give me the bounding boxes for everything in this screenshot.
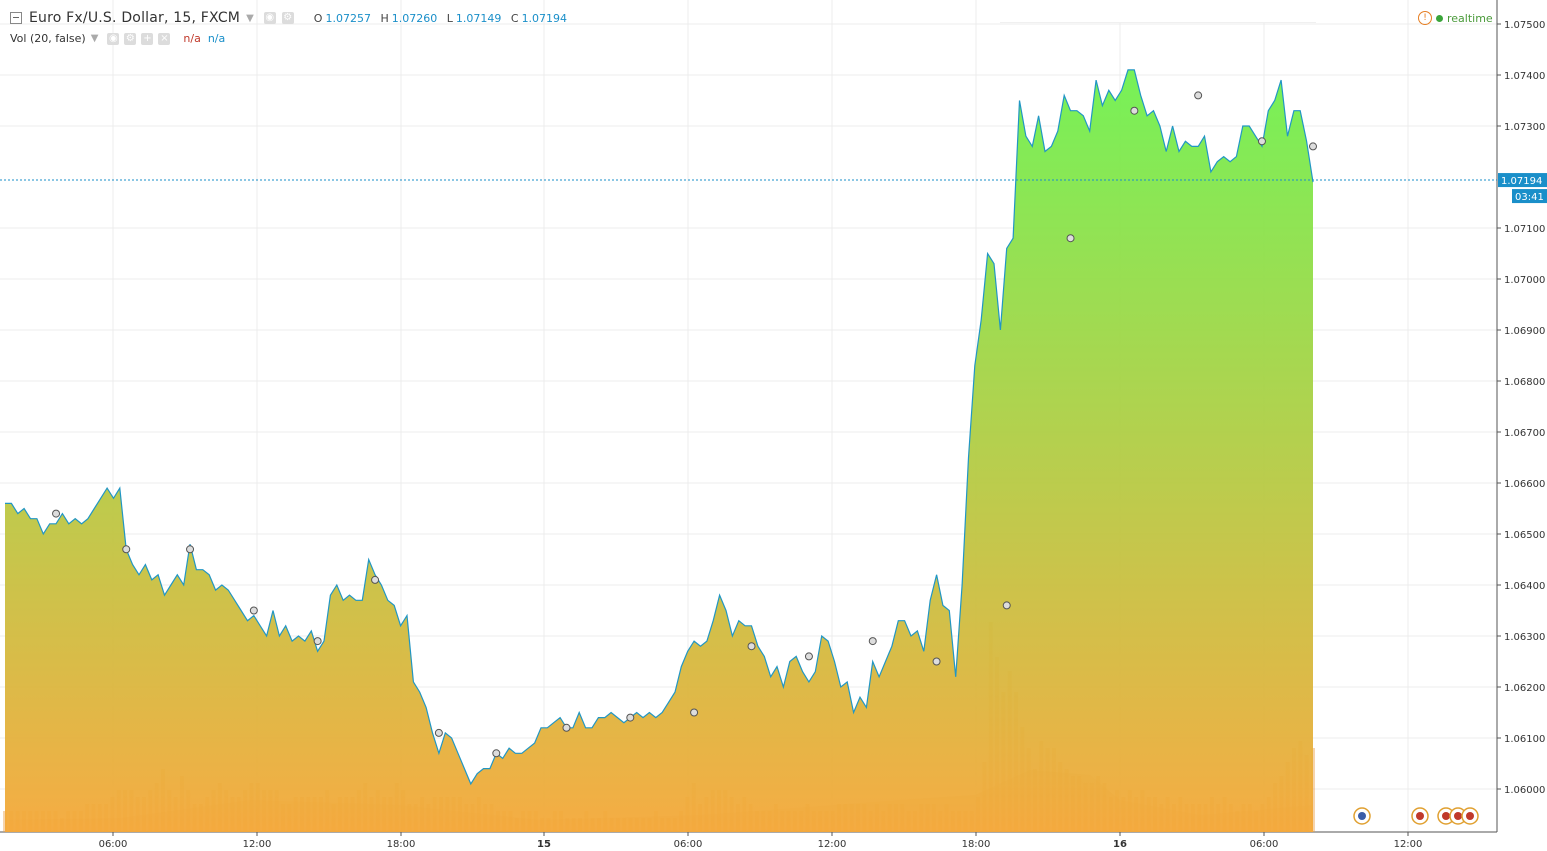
y-tick-label: 1.06700: [1504, 428, 1545, 439]
time-axis[interactable]: 06:00 12:00 18:00 15 06:00 12:00 18:00 16 06:00 1…: [99, 832, 1423, 850]
event-marker: [932, 657, 941, 666]
x-tick-label: 12:00: [243, 839, 272, 850]
event-marker: [1309, 142, 1317, 151]
event-marker: [122, 545, 131, 554]
event-marker: [1194, 91, 1203, 100]
collapse-icon[interactable]: [10, 12, 22, 24]
y-tick-label: 1.06800: [1504, 377, 1545, 388]
event-marker: [52, 509, 61, 518]
flag-icon: [1358, 812, 1366, 820]
y-tick-label: 1.07000: [1504, 275, 1545, 286]
event-icons[interactable]: [1353, 807, 1479, 825]
event-marker: [249, 606, 258, 615]
event-marker: [626, 713, 635, 722]
last-price-label: 1.07194 03:41: [1498, 173, 1547, 204]
ohlc-high-label: H: [380, 11, 389, 25]
y-tick-label: 1.06100: [1504, 734, 1545, 745]
event-marker: [1002, 601, 1011, 610]
ohlc-high-value: 1.07260: [391, 11, 438, 25]
y-tick-label: 1.07500: [1504, 20, 1545, 31]
gear-icon[interactable]: ⚙: [281, 12, 294, 24]
price-area: [5, 69, 1313, 832]
y-tick-label: 1.06600: [1504, 479, 1545, 490]
ohlc-close-value: 1.07194: [521, 11, 568, 25]
x-tick-label: 18:00: [962, 839, 991, 850]
chevron-down-icon[interactable]: ▼: [91, 33, 99, 44]
x-tick-label: 18:00: [387, 839, 416, 850]
event-marker: [1130, 106, 1139, 115]
event-marker: [186, 545, 195, 554]
countdown-text: 03:41: [1515, 192, 1544, 203]
event-marker: [747, 642, 756, 651]
event-marker: [434, 728, 443, 737]
top-overlay: [1000, 0, 1316, 23]
ohlc-low-label: L: [446, 11, 453, 25]
flag-icon: [1466, 812, 1474, 820]
chevron-down-icon[interactable]: ▼: [246, 13, 254, 24]
realtime-label: realtime: [1447, 11, 1493, 25]
y-tick-label: 1.06500: [1504, 530, 1545, 541]
y-tick-label: 1.06400: [1504, 581, 1545, 592]
visibility-icon[interactable]: ◉: [263, 12, 276, 24]
event-marker: [313, 637, 322, 646]
plus-icon[interactable]: +: [141, 32, 154, 45]
x-tick-label: 06:00: [99, 839, 128, 850]
warning-icon[interactable]: !: [1418, 11, 1432, 25]
volume-label: Vol (20, false): [10, 32, 86, 45]
ohlc-open-value: 1.07257: [325, 11, 371, 25]
x-tick-label: 06:00: [1250, 839, 1279, 850]
ohlc-values: O 1.07257 H 1.07260 L 1.07149 C 1.07194: [308, 12, 567, 25]
x-tick-label: 15: [537, 839, 551, 850]
realtime-status[interactable]: ! realtime: [1418, 11, 1493, 25]
y-tick-label: 1.07300: [1504, 122, 1545, 133]
event-marker: [690, 708, 699, 717]
ohlc-open-label: O: [313, 11, 323, 25]
volume-legend[interactable]: Vol (20, false) ▼ ◉ ⚙ + × n/a n/a: [10, 32, 225, 45]
gear-icon[interactable]: ⚙: [124, 32, 137, 45]
ohlc-close-label: C: [510, 11, 519, 25]
y-tick-label: 1.07100: [1504, 224, 1545, 235]
y-tick-label: 1.06200: [1504, 683, 1545, 694]
x-tick-label: 16: [1113, 839, 1127, 850]
x-tick-label: 12:00: [1394, 839, 1423, 850]
y-tick-label: 1.06000: [1504, 785, 1545, 796]
status-dot-icon: [1436, 14, 1443, 22]
event-marker: [1257, 137, 1266, 146]
volume-value-1: n/a: [183, 32, 201, 45]
price-chart[interactable]: 1.07500 1.07400 1.07300 1.07100 1.07000 1.069…: [0, 0, 1547, 851]
visibility-icon[interactable]: ◉: [107, 32, 120, 45]
last-price-text: 1.07194: [1501, 176, 1542, 187]
symbol-title: Euro Fx/U.S. Dollar, 15, FXCM: [29, 10, 241, 26]
event-marker: [371, 575, 380, 584]
flag-icon: [1442, 812, 1450, 820]
volume-value-2: n/a: [207, 32, 226, 45]
ohlc-low-value: 1.07149: [455, 11, 502, 25]
y-tick-label: 1.07400: [1504, 71, 1545, 82]
event-marker: [562, 723, 571, 732]
event-marker: [868, 637, 877, 646]
price-axis[interactable]: 1.07500 1.07400 1.07300 1.07100 1.07000 1.069…: [1497, 20, 1545, 796]
y-tick-label: 1.06300: [1504, 632, 1545, 643]
flag-icon: [1454, 812, 1462, 820]
event-marker: [492, 749, 501, 758]
y-tick-label: 1.06900: [1504, 326, 1545, 337]
series-legend[interactable]: Euro Fx/U.S. Dollar, 15, FXCM ▼ ◉ ⚙ O 1.0…: [10, 10, 567, 26]
x-tick-label: 12:00: [818, 839, 847, 850]
event-marker: [1066, 234, 1075, 243]
x-tick-label: 06:00: [674, 839, 703, 850]
flag-icon: [1416, 812, 1424, 820]
close-icon[interactable]: ×: [158, 32, 171, 45]
event-marker: [804, 652, 813, 661]
